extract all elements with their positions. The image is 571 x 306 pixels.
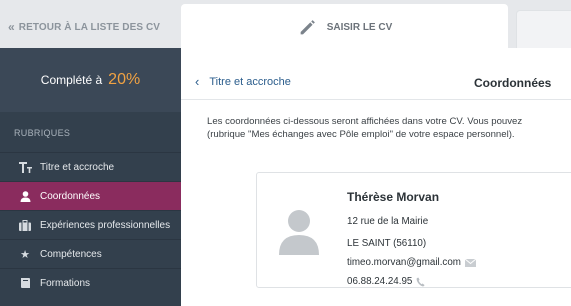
contact-email: timeo.morvan@gmail.com — [347, 257, 476, 268]
sidebar-section-title: RUBRIQUES — [14, 128, 71, 138]
contact-city-text: LE SAINT (56110) — [347, 238, 427, 249]
contact-street: 12 rue de la Mairie — [347, 216, 428, 227]
sidebar-item-label: Compétences — [40, 248, 102, 260]
contact-email-text: timeo.morvan@gmail.com — [347, 257, 461, 268]
contact-street-text: 12 rue de la Mairie — [347, 216, 429, 227]
sidebar-item-titre-accroche[interactable]: Titre et accroche — [0, 152, 181, 181]
intro-line-2: (rubrique "Mes échanges avec Pôle emploi… — [207, 129, 515, 140]
star-icon: ★ — [20, 248, 30, 261]
book-icon — [18, 277, 32, 289]
sidebar-item-label: Coordonnées — [40, 190, 101, 202]
contact-city: LE SAINT (56110) — [347, 238, 426, 249]
envelope-icon — [464, 258, 476, 267]
sidebar-item-label: Expériences professionnelles — [40, 219, 171, 231]
contact-name: Thérèse Morvan — [347, 190, 440, 204]
contact-card: Thérèse Morvan 12 rue de la Mairie LE SA… — [256, 172, 571, 288]
tab-saisir-le-cv[interactable]: SAISIR LE CV — [181, 4, 508, 50]
page-title: Coordonnées — [474, 76, 552, 90]
sidebar-item-competences[interactable]: ★ Compétences — [0, 239, 181, 268]
progress-label: Complété à — [40, 73, 103, 87]
double-chevron-left-icon: « — [8, 20, 15, 34]
previous-section-link[interactable]: ‹ Titre et accroche — [195, 74, 291, 89]
phone-icon — [416, 277, 425, 286]
chevron-left-icon: ‹ — [195, 74, 200, 89]
section-header: ‹ Titre et accroche Coordonnées — [181, 48, 571, 100]
intro-text: Les coordonnées ci-dessous seront affich… — [207, 115, 571, 141]
text-icon — [18, 161, 32, 173]
tab-next[interactable] — [516, 10, 571, 48]
pencil-icon — [300, 20, 315, 35]
intro-line-1: Les coordonnées ci-dessous seront affich… — [207, 116, 523, 127]
sidebar-item-label: Titre et accroche — [40, 161, 115, 173]
previous-section-label: Titre et accroche — [209, 75, 291, 88]
tab-label: SAISIR LE CV — [326, 21, 393, 33]
briefcase-icon — [18, 219, 32, 231]
top-bar: « RETOUR À LA LISTE DES CV SAISIR LE CV — [0, 0, 571, 50]
sidebar-item-coordonnees[interactable]: Coordonnées — [0, 181, 181, 210]
back-to-cv-list-link[interactable]: « RETOUR À LA LISTE DES CV — [8, 20, 160, 34]
main-content: ‹ Titre et accroche Coordonnées Les coor… — [181, 48, 571, 306]
user-icon — [18, 190, 32, 202]
sidebar-item-label: Formations — [40, 277, 91, 289]
avatar-placeholder-icon — [279, 210, 319, 255]
back-link-label: RETOUR À LA LISTE DES CV — [18, 21, 161, 33]
sidebar-item-formations[interactable]: Formations — [0, 268, 181, 297]
sidebar: Complété à 20% RUBRIQUES Titre et accroc… — [0, 48, 181, 306]
completion-progress: Complété à 20% — [0, 48, 181, 112]
progress-value: 20% — [108, 71, 141, 88]
contact-phone-text: 06.88.24.24.95 — [347, 276, 413, 287]
sidebar-item-experiences[interactable]: Expériences professionnelles — [0, 210, 181, 239]
contact-phone: 06.88.24.24.95 — [347, 276, 425, 287]
